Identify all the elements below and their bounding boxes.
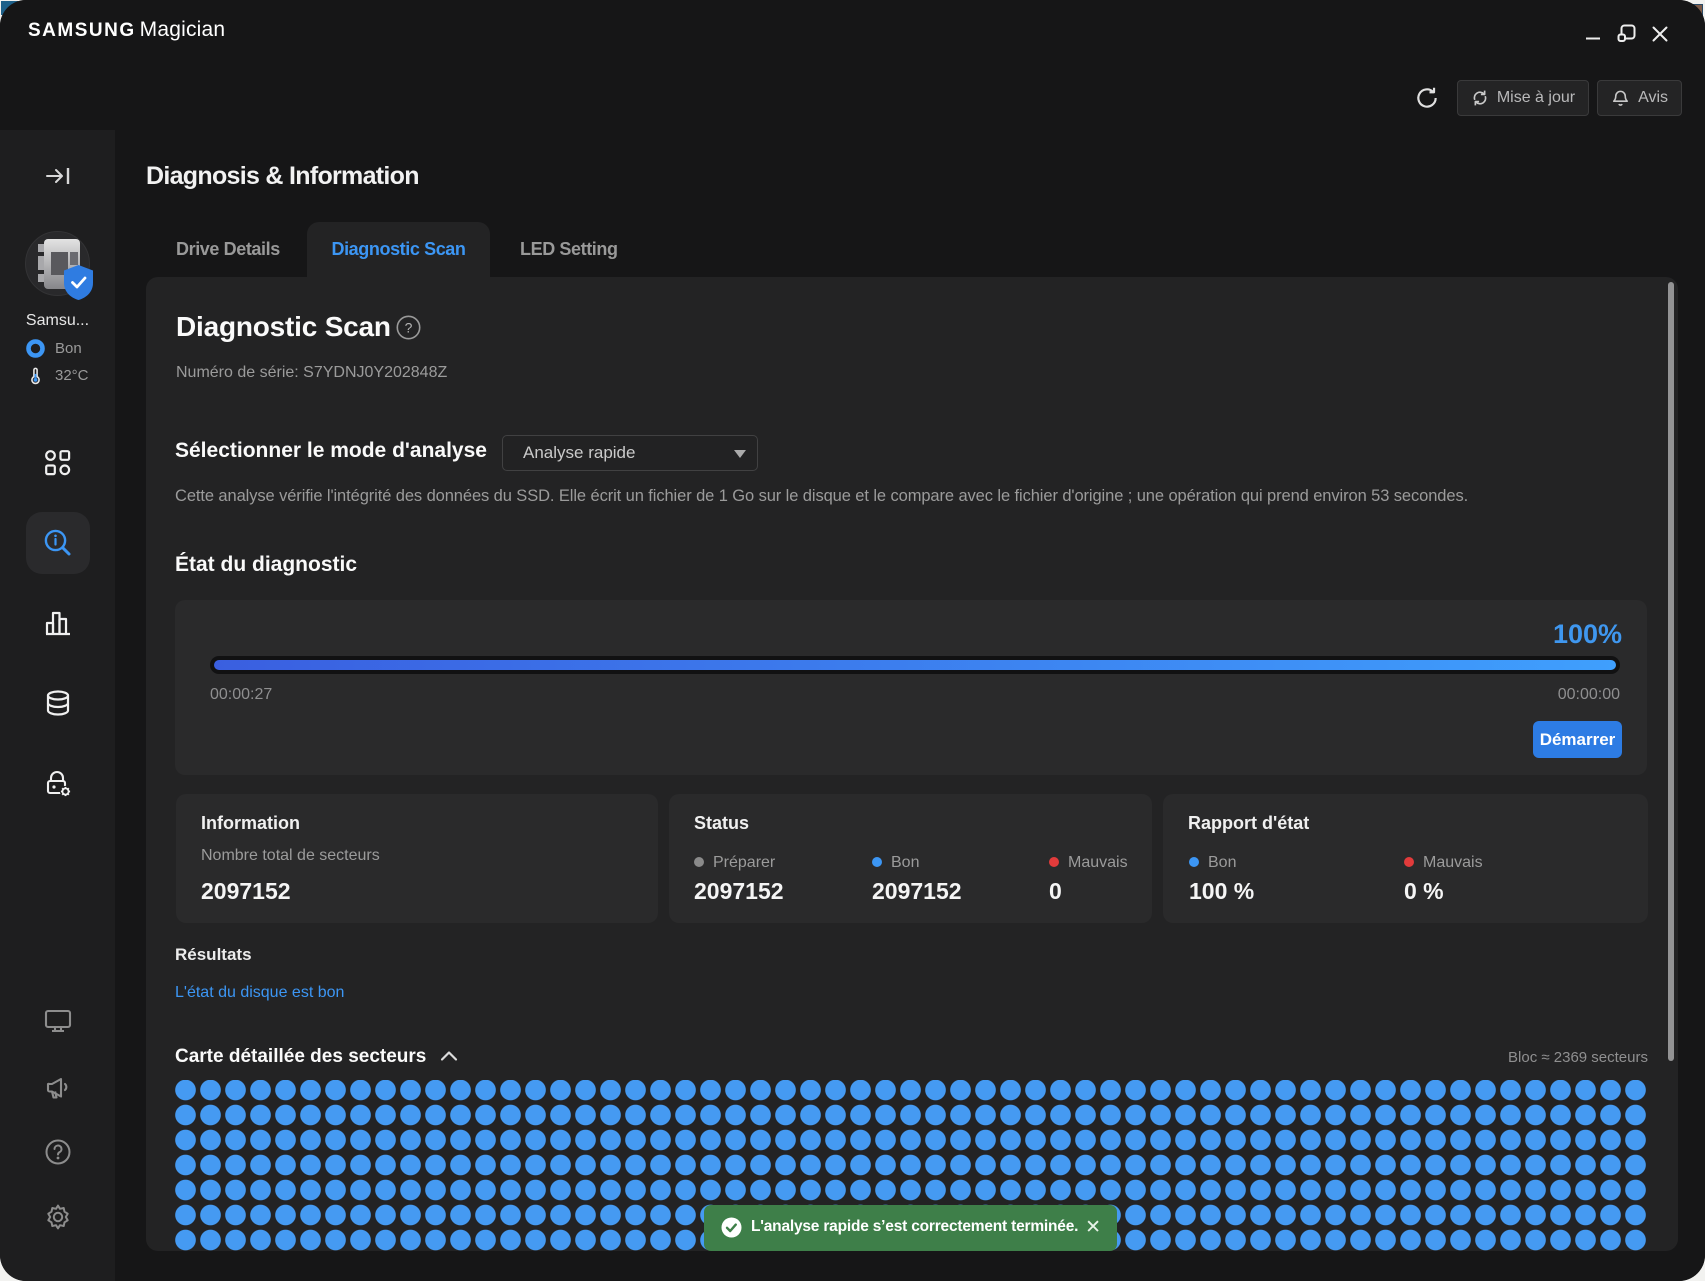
svg-text:?: ? bbox=[405, 319, 413, 335]
